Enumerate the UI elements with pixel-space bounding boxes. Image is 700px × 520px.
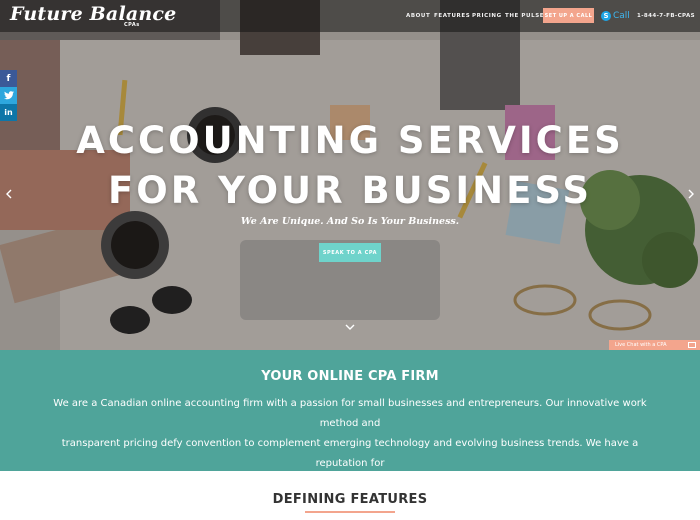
hero-title: ACCOUNTING SERVICES FOR YOUR BUSINESS [0,116,700,216]
skype-call-label: Call [613,11,630,21]
live-chat-widget[interactable]: Live Chat with a CPA [609,340,700,350]
firm-description-line: transparent pricing defy convention to c… [61,438,639,469]
cpa-firm-section: YOUR ONLINE CPA FIRM We are a Canadian o… [0,350,700,489]
nav-about[interactable]: ABOUT [406,13,430,19]
features-title-underline [305,511,395,513]
firm-description: We are a Canadian online accounting firm… [50,394,650,494]
hero-tagline: We Are Unique. And So Is Your Business. [240,216,460,227]
scroll-down-chevron-icon[interactable] [343,322,357,332]
linkedin-icon[interactable]: in [0,104,17,121]
hero-title-line-2: FOR YOUR BUSINESS [108,169,592,212]
logo[interactable]: Future Balance [10,3,176,25]
nav-the-pulse[interactable]: THE PULSE [505,13,544,19]
speak-to-a-cpa-button[interactable]: SPEAK TO A CPA [319,243,381,262]
facebook-icon[interactable]: f [0,70,17,87]
features-section-title: DEFINING FEATURES [272,492,428,507]
firm-description-line: innovation in our field and have worked … [93,478,607,489]
chevron-left-icon [6,189,12,199]
chat-window-icon [688,342,696,348]
skype-icon: S [601,11,611,21]
set-up-a-call-button[interactable]: SET UP A CALL [543,8,594,23]
firm-description-line: We are a Canadian online accounting firm… [53,398,647,429]
social-share-bar: f in [0,70,17,121]
chevron-right-icon [688,189,694,199]
firm-section-title: YOUR ONLINE CPA FIRM [261,369,439,384]
phone-number-link[interactable]: 1-844-7-FB-CPAS [637,13,695,19]
top-navigation-bar: Future Balance CPAs ABOUT FEATURES PRICI… [0,0,700,32]
hero-title-line-1: ACCOUNTING SERVICES [76,119,624,162]
carousel-next-arrow[interactable] [684,184,698,204]
nav-pricing[interactable]: PRICING [472,13,502,19]
live-chat-label: Live Chat with a CPA [615,342,667,348]
nav-features[interactable]: FEATURES [434,13,470,19]
twitter-icon[interactable] [0,87,17,104]
logo-subtitle: CPAs [124,22,140,28]
carousel-prev-arrow[interactable] [2,184,16,204]
skype-call-button[interactable]: S Call [601,9,630,23]
